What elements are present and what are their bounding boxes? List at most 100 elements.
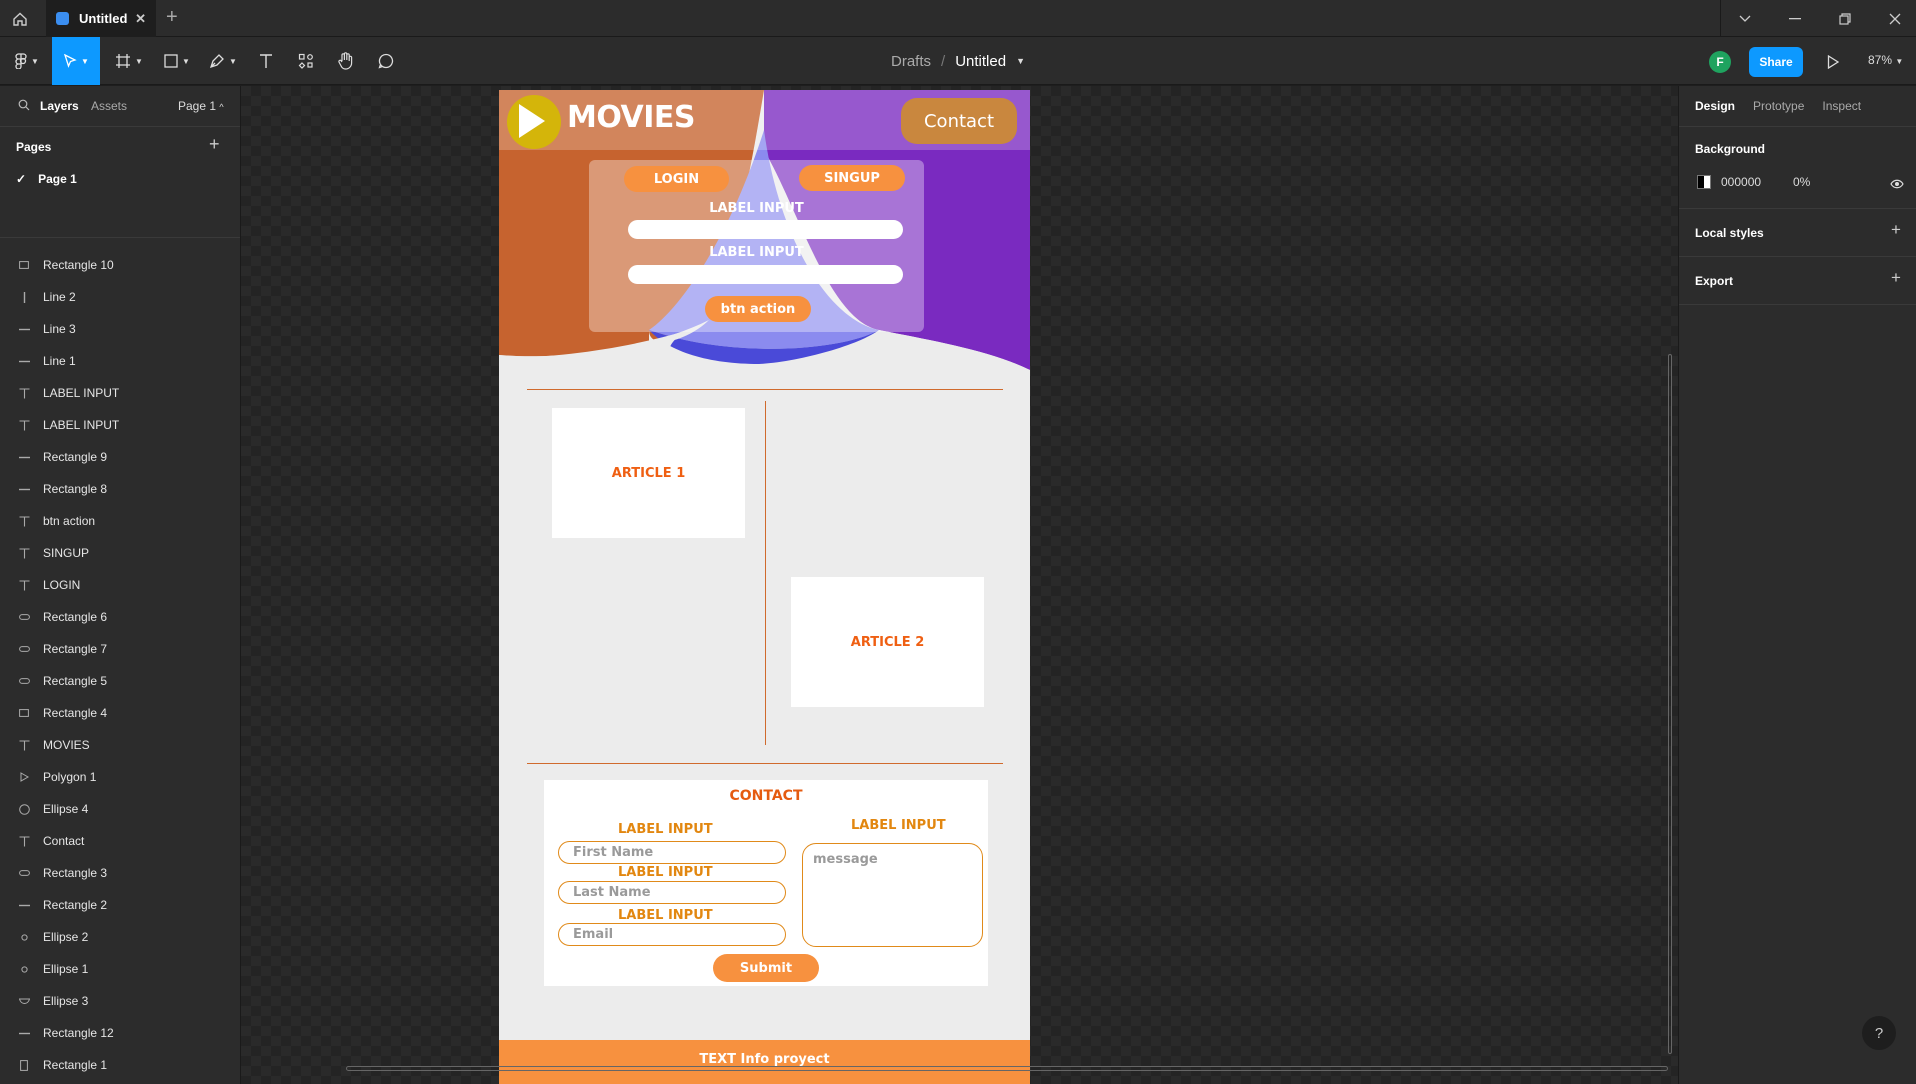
pen-nib-icon	[210, 54, 224, 69]
layer-row[interactable]: Ellipse 4	[0, 793, 240, 825]
chevron-up-icon: ^	[219, 102, 224, 112]
shape-tool-button[interactable]: ▼	[160, 37, 194, 85]
minimize-icon[interactable]	[1770, 0, 1820, 37]
hand-tool-button[interactable]	[334, 37, 358, 85]
layer-row[interactable]: Line 2	[0, 281, 240, 313]
comment-tool-button[interactable]	[374, 37, 398, 85]
add-page-plus-icon[interactable]: +	[209, 134, 220, 155]
restore-icon[interactable]	[1820, 0, 1870, 37]
layer-row[interactable]: Rectangle 10	[0, 249, 240, 281]
page-item-page-1[interactable]: ✓ Page 1	[16, 172, 77, 186]
login-button[interactable]: LOGIN	[624, 166, 729, 192]
share-button[interactable]: Share	[1749, 47, 1803, 77]
layer-hline-icon	[18, 451, 30, 463]
layer-row[interactable]: MOVIES	[0, 729, 240, 761]
file-tab[interactable]: Untitled ✕	[46, 0, 156, 37]
breadcrumb-drafts[interactable]: Drafts	[891, 53, 931, 70]
canvas[interactable]: MOVIES Contact LOGIN SINGUP LABEL INPUT …	[241, 86, 1678, 1084]
layer-row[interactable]: Line 1	[0, 345, 240, 377]
vertical-scrollbar[interactable]	[1668, 354, 1672, 1054]
chevron-down-icon: ▼	[182, 56, 190, 66]
layer-row[interactable]: Rectangle 9	[0, 441, 240, 473]
file-name[interactable]: Untitled	[955, 53, 1006, 70]
first-name-field[interactable]: First Name	[558, 841, 786, 864]
text-tool-button[interactable]	[254, 37, 278, 85]
avatar[interactable]: F	[1709, 51, 1731, 73]
message-field[interactable]: message	[802, 843, 983, 947]
layer-label: LABEL INPUT	[43, 386, 120, 400]
frame-tool-button[interactable]: ▼	[112, 37, 146, 85]
layer-label: Contact	[43, 834, 85, 848]
move-tool-button[interactable]: ▼	[52, 37, 100, 85]
present-play-icon[interactable]	[1822, 51, 1844, 73]
main-menu-button[interactable]: ▼	[10, 37, 44, 85]
tab-layers[interactable]: Layers	[40, 99, 79, 113]
background-hex-input[interactable]: 000000	[1721, 175, 1761, 189]
layer-row[interactable]: Rectangle 4	[0, 697, 240, 729]
background-color-swatch[interactable]	[1697, 175, 1711, 189]
layer-row[interactable]: SINGUP	[0, 537, 240, 569]
resources-tool-button[interactable]	[294, 37, 318, 85]
article-2-card[interactable]: ARTICLE 2	[791, 577, 984, 707]
layer-row[interactable]: Rectangle 5	[0, 665, 240, 697]
layer-text-icon	[18, 419, 30, 431]
layer-row[interactable]: Ellipse 1	[0, 953, 240, 985]
layer-row[interactable]: Rectangle 12	[0, 1017, 240, 1049]
submit-button[interactable]: Submit	[713, 954, 819, 982]
input-label: LABEL INPUT	[709, 245, 804, 260]
layer-row[interactable]: btn action	[0, 505, 240, 537]
section-divider-top	[527, 389, 1003, 390]
layer-row[interactable]: LABEL INPUT	[0, 377, 240, 409]
chevron-down-icon: ▼	[31, 56, 39, 66]
add-style-plus-icon[interactable]: +	[1891, 220, 1901, 240]
layer-row[interactable]: LOGIN	[0, 569, 240, 601]
layer-label: LOGIN	[43, 578, 81, 592]
close-tab-icon[interactable]: ✕	[135, 11, 146, 27]
email-field[interactable]: Email	[558, 923, 786, 946]
signup-button[interactable]: SINGUP	[799, 165, 905, 191]
layer-row[interactable]: Rectangle 1	[0, 1049, 240, 1081]
layer-row[interactable]: Contact	[0, 825, 240, 857]
help-button[interactable]: ?	[1862, 1016, 1896, 1050]
pen-tool-button[interactable]: ▼	[206, 37, 240, 85]
add-export-plus-icon[interactable]: +	[1891, 268, 1901, 288]
chevron-down-icon: ▼	[81, 56, 89, 66]
layer-row[interactable]: Rectangle 6	[0, 601, 240, 633]
layer-row[interactable]: Rectangle 2	[0, 889, 240, 921]
layer-label: Ellipse 3	[43, 994, 89, 1008]
chevron-down-icon: ▼	[135, 56, 143, 66]
tab-list-chevron-icon[interactable]	[1720, 0, 1770, 37]
layer-row[interactable]: LABEL INPUT	[0, 409, 240, 441]
layer-row[interactable]: Ellipse 2	[0, 921, 240, 953]
layer-row[interactable]: Rectangle 7	[0, 633, 240, 665]
horizontal-scrollbar[interactable]	[346, 1066, 1668, 1071]
tab-design[interactable]: Design	[1695, 99, 1735, 113]
mobile-frame[interactable]: MOVIES Contact LOGIN SINGUP LABEL INPUT …	[499, 90, 1030, 1084]
contact-button[interactable]: Contact	[901, 98, 1017, 144]
close-window-icon[interactable]	[1870, 0, 1916, 37]
article-1-card[interactable]: ARTICLE 1	[552, 408, 745, 538]
login-input-1[interactable]	[628, 220, 903, 239]
background-opacity-input[interactable]: 0%	[1793, 175, 1810, 189]
eye-visibility-icon[interactable]	[1890, 176, 1904, 194]
new-tab-plus-icon[interactable]: +	[166, 6, 178, 29]
layer-row[interactable]: Ellipse 3	[0, 985, 240, 1017]
comment-bubble-icon	[378, 53, 394, 69]
file-menu-chevron-icon[interactable]: ▼	[1016, 56, 1025, 66]
layer-row[interactable]: Line 3	[0, 313, 240, 345]
layer-row[interactable]: Rectangle 3	[0, 857, 240, 889]
search-icon[interactable]	[18, 99, 30, 114]
tab-inspect[interactable]: Inspect	[1822, 99, 1861, 113]
page-item-label: Page 1	[38, 172, 77, 186]
layer-vrect-icon	[18, 1059, 30, 1071]
login-input-2[interactable]	[628, 265, 903, 284]
layer-row[interactable]: Rectangle 8	[0, 473, 240, 505]
page-selector[interactable]: Page 1 ^	[178, 99, 224, 113]
last-name-field[interactable]: Last Name	[558, 881, 786, 904]
action-button[interactable]: btn action	[705, 296, 811, 322]
home-icon[interactable]	[0, 0, 40, 37]
tab-prototype[interactable]: Prototype	[1753, 99, 1804, 113]
tab-assets[interactable]: Assets	[91, 99, 127, 113]
zoom-dropdown[interactable]: 87% ▼	[1868, 53, 1903, 67]
layer-row[interactable]: Polygon 1	[0, 761, 240, 793]
